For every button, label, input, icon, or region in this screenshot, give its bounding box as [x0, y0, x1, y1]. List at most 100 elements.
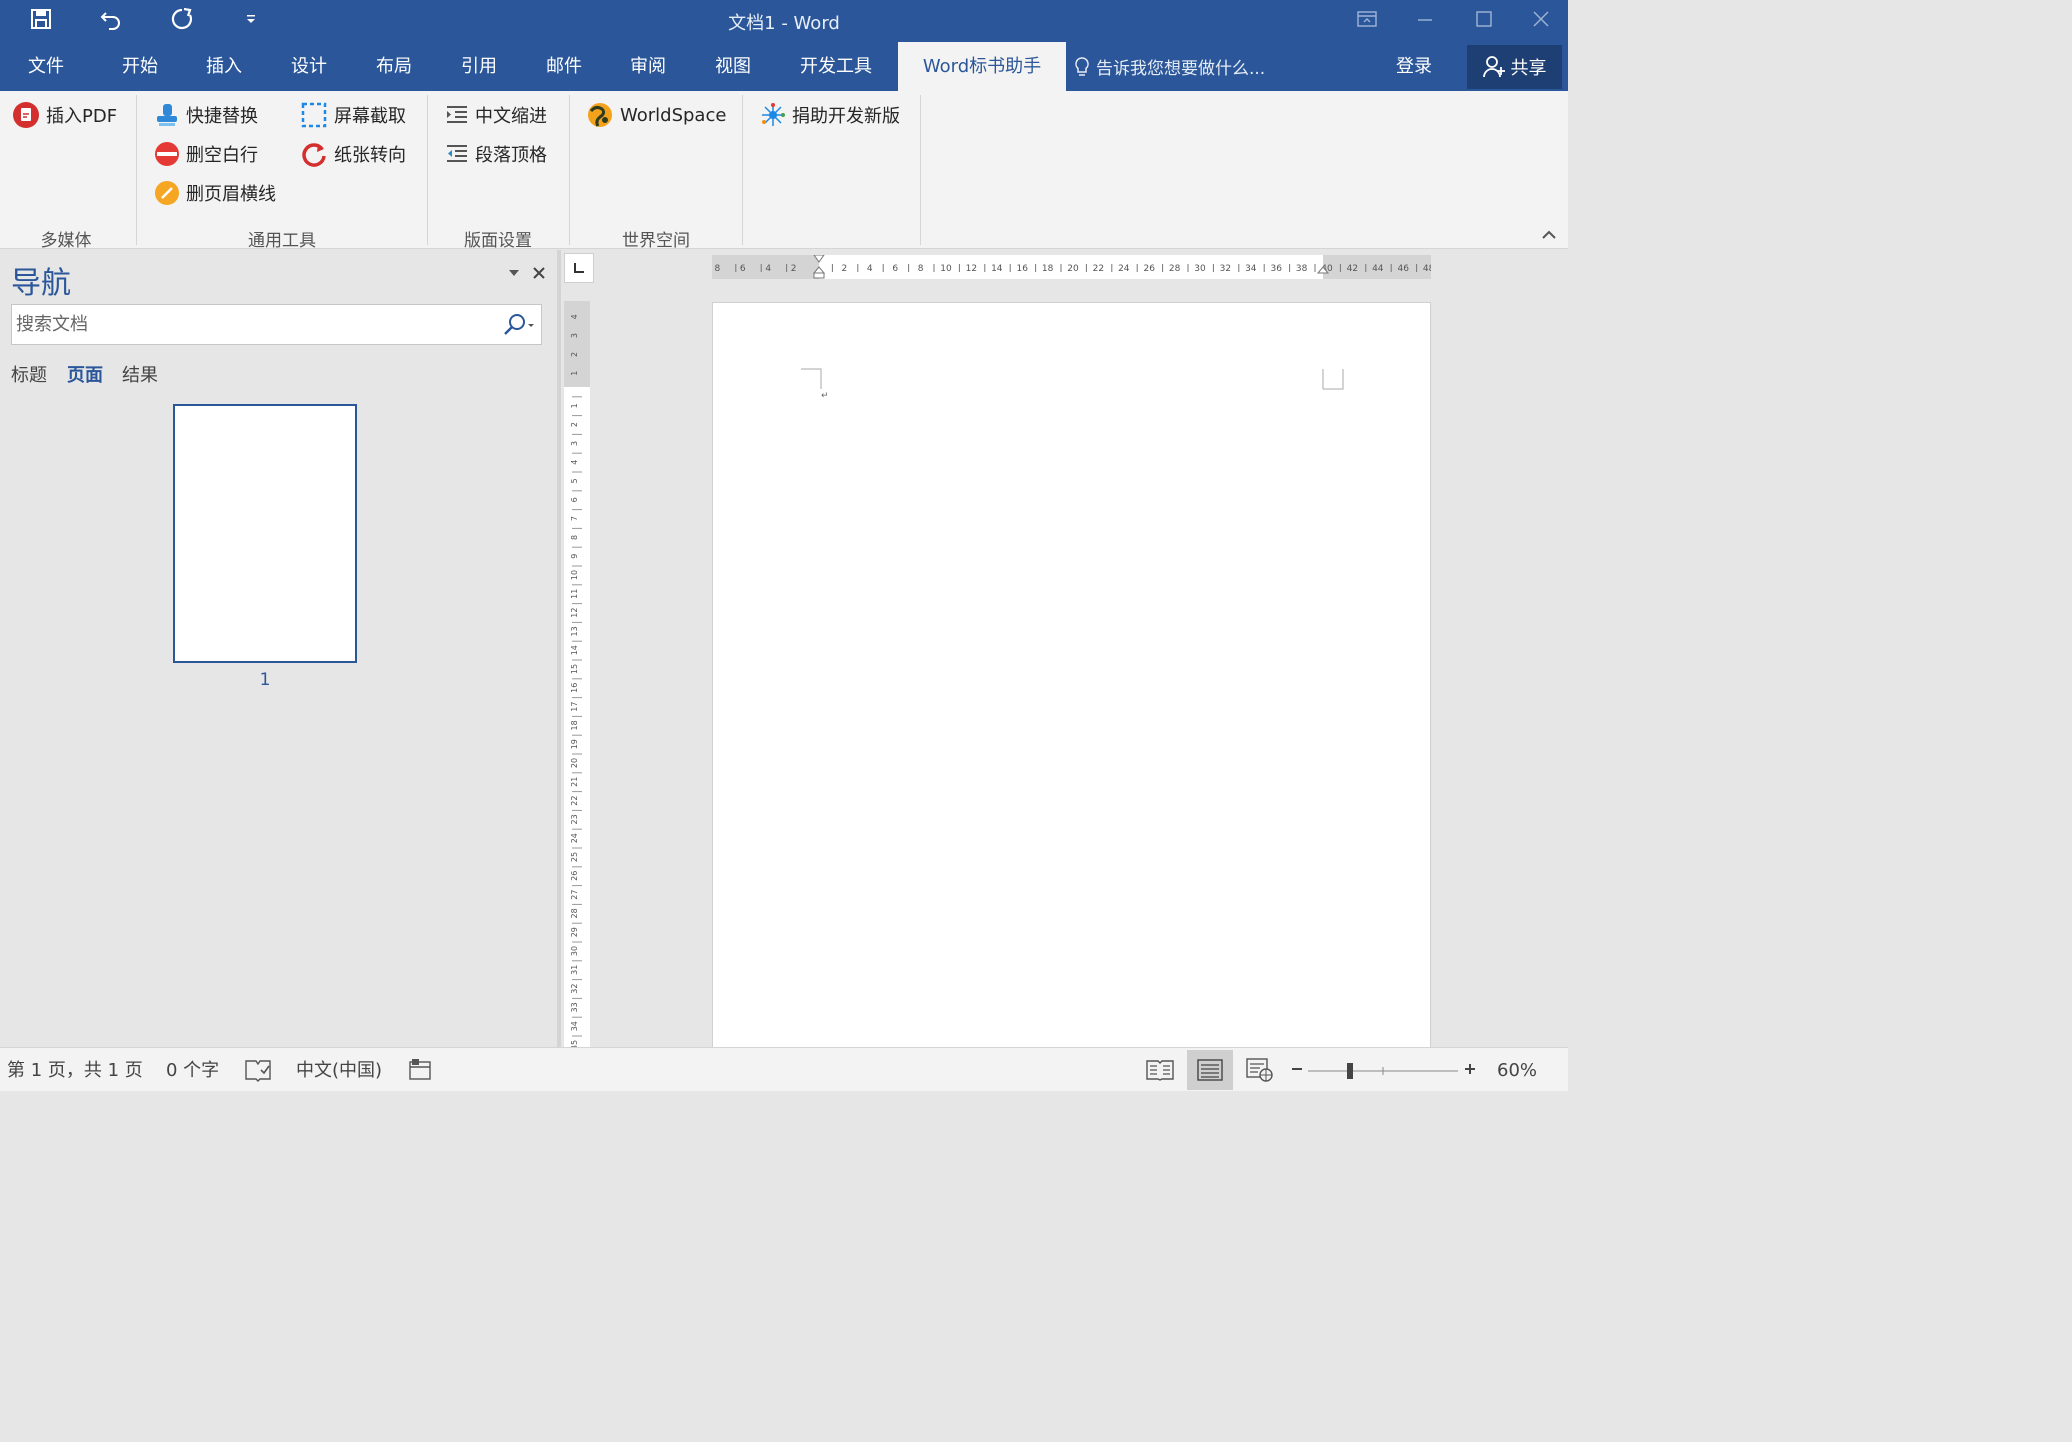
search-button[interactable]	[499, 310, 539, 340]
outdent-icon	[447, 145, 467, 162]
insert-pdf-label: 插入PDF	[46, 106, 118, 127]
ruler-tick-label: 1	[570, 371, 579, 376]
ruler-tick-label: 6	[892, 264, 898, 274]
book-icon	[1146, 1060, 1174, 1081]
worldspace-button[interactable]: WorldSpace	[586, 100, 726, 130]
insert-pdf-button[interactable]: 插入PDF	[12, 100, 117, 130]
zoom-slider[interactable]	[1308, 1048, 1458, 1092]
ruler-tick-label: 13	[570, 626, 579, 636]
indent-icon	[447, 106, 467, 123]
group-separator	[920, 95, 921, 245]
tab-design[interactable]: 设计	[273, 42, 345, 91]
ribbon-tab-bar: 文件 开始 插入 设计 布局 引用 邮件 审阅 视图 开发工具 Word标书助手…	[0, 42, 1568, 91]
ruler-tick-label: 20	[570, 758, 579, 768]
tab-layout[interactable]: 布局	[358, 42, 430, 91]
login-button[interactable]: 登录	[1396, 42, 1432, 91]
vertical-ruler[interactable]: 4 3 2 1 1 2 3 4 5 6 7 8 9 10 11 12 13 14 15 16 17 18 19 20 21 22 2…	[564, 301, 590, 1047]
group-separator	[136, 95, 137, 245]
maximize-button[interactable]	[1455, 0, 1513, 38]
tab-review[interactable]: 审阅	[612, 42, 684, 91]
status-bar: 第 1 页，共 1 页 0 个字 中文(中国) 60%	[0, 1047, 1568, 1091]
search-input[interactable]	[12, 305, 492, 344]
word-count-status[interactable]: 0 个字	[166, 1048, 219, 1092]
tab-selector[interactable]	[564, 253, 594, 283]
minimize-button[interactable]	[1396, 0, 1454, 38]
ruler-tick-label: 6	[740, 264, 746, 274]
redo-button[interactable]	[165, 4, 199, 34]
macro-status[interactable]	[408, 1048, 432, 1092]
undo-button[interactable]	[94, 4, 128, 34]
nav-tab-pages[interactable]: 页面	[67, 361, 103, 387]
ruler-tick-label: 29	[570, 927, 579, 937]
chevron-up-icon	[1542, 230, 1556, 239]
document-page[interactable]: ↵	[712, 302, 1431, 1047]
globe-icon	[588, 103, 612, 127]
tell-me-box[interactable]: 告诉我您想要做什么...	[1074, 42, 1265, 91]
lightbulb-icon	[1075, 56, 1089, 76]
ruler-tick-label: 24	[570, 833, 579, 843]
nav-tab-results[interactable]: 结果	[122, 361, 158, 387]
donate-button[interactable]: 捐助开发新版	[760, 100, 900, 130]
ruler-tick-label: 12	[570, 608, 579, 618]
zoom-level[interactable]: 60%	[1497, 1048, 1537, 1092]
ruler-tick-label: 16	[570, 683, 579, 693]
tab-insert[interactable]: 插入	[188, 42, 260, 91]
network-icon	[762, 103, 785, 126]
paragraph-mark: ↵	[821, 391, 829, 401]
zoom-slider-thumb	[1347, 1063, 1353, 1079]
page-count-status[interactable]: 第 1 页，共 1 页	[7, 1048, 143, 1092]
nav-close-button[interactable]	[528, 262, 550, 284]
chinese-indent-button[interactable]: 中文缩进	[445, 100, 547, 130]
delete-header-line-button[interactable]: 删页眉横线	[154, 178, 276, 208]
paper-orientation-button[interactable]: 纸张转向	[300, 139, 406, 169]
screen-capture-button[interactable]: 屏幕截取	[300, 100, 406, 130]
collapse-ribbon-button[interactable]	[1540, 227, 1558, 243]
delete-lines-icon	[155, 142, 179, 166]
tab-developer[interactable]: 开发工具	[790, 42, 882, 91]
ruler-tick-label: 16	[1016, 264, 1028, 274]
ruler-tick-label: 38	[1296, 264, 1308, 274]
ruler-tick-label: 8	[715, 264, 721, 274]
tab-mailings[interactable]: 邮件	[528, 42, 600, 91]
ribbon-display-options-button[interactable]	[1338, 0, 1396, 38]
paragraph-flush-button[interactable]: 段落顶格	[445, 139, 547, 169]
ruler-tick-label: 9	[570, 554, 579, 559]
minus-icon	[1292, 1068, 1302, 1070]
group-label-world-space: 世界空间	[622, 231, 690, 251]
zoom-in-button[interactable]	[1463, 1048, 1477, 1092]
customize-qat-button[interactable]	[234, 4, 268, 34]
tab-file[interactable]: 文件	[10, 42, 82, 91]
tab-references[interactable]: 引用	[443, 42, 515, 91]
delete-blank-lines-button[interactable]: 删空白行	[154, 139, 258, 169]
quick-replace-button[interactable]: 快捷替换	[154, 100, 258, 130]
ruler-tick-label: 12	[966, 264, 977, 274]
eraser-icon	[155, 181, 179, 205]
tab-home[interactable]: 开始	[104, 42, 176, 91]
web-layout-button[interactable]	[1237, 1050, 1283, 1090]
ruler-tick-label: 30	[1194, 264, 1206, 274]
ruler-tick-label: 5	[570, 478, 579, 483]
proofing-status[interactable]	[244, 1048, 272, 1092]
share-button[interactable]: 共享	[1467, 45, 1562, 89]
language-status[interactable]: 中文(中国)	[296, 1048, 382, 1092]
rotate-icon	[302, 143, 326, 167]
nav-tab-headings[interactable]: 标题	[11, 361, 47, 387]
print-layout-icon	[1197, 1059, 1223, 1081]
close-window-button[interactable]	[1512, 0, 1570, 38]
tab-view[interactable]: 视图	[697, 42, 769, 91]
zoom-out-button[interactable]	[1290, 1048, 1304, 1092]
tab-word-bid-assistant[interactable]: Word标书助手	[898, 42, 1066, 91]
read-mode-button[interactable]	[1137, 1050, 1183, 1090]
person-icon	[1482, 56, 1505, 78]
page-thumbnail[interactable]	[173, 404, 357, 663]
horizontal-ruler[interactable]: 8 6 4 2 2 4 6 8 10 12 14 16 18 20 22 24 26 28 30 32 34 36 38 40…	[712, 255, 1431, 279]
dropdown-arrow-icon	[247, 15, 255, 23]
group-label-general-tools: 通用工具	[248, 231, 316, 251]
delete-header-line-label: 删页眉横线	[186, 184, 276, 205]
print-layout-button[interactable]	[1187, 1050, 1233, 1090]
ruler-tick-label: 4	[867, 264, 873, 274]
ruler-tick-label: 22	[570, 796, 579, 806]
save-button[interactable]	[24, 4, 58, 34]
chevron-down-icon	[509, 270, 519, 276]
nav-options-button[interactable]	[503, 262, 525, 284]
